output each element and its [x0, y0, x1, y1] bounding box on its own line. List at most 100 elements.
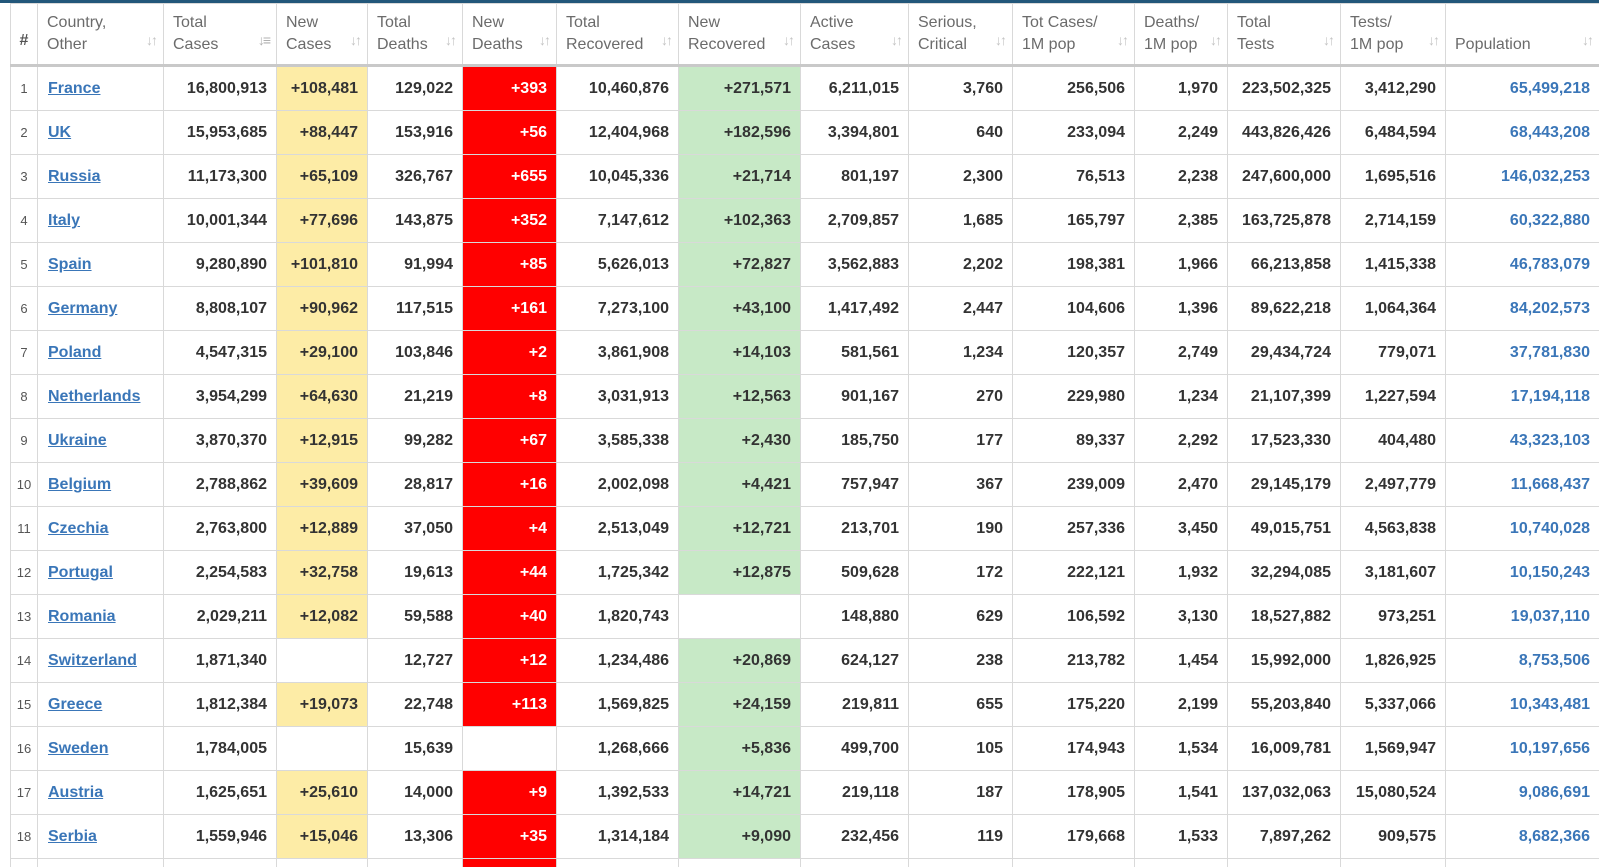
cell-active-cases: 232,456	[800, 814, 909, 859]
cell-active-cases: 581,561	[800, 330, 909, 375]
column-header-deaths-per-m[interactable]: Deaths/1M pop ↓↑	[1134, 3, 1228, 67]
country-link[interactable]: Portugal	[48, 564, 113, 581]
cell-serious: 190	[908, 506, 1013, 551]
cell-cases-per-m: 239,009	[1012, 462, 1135, 507]
cell-total-recovered: 3,585,338	[556, 418, 679, 463]
cell-new-cases: +19,073	[276, 682, 368, 727]
cell-total-recovered: 1,234,486	[556, 638, 679, 683]
country-link[interactable]: UK	[48, 124, 71, 141]
cell-new-deaths: +4	[462, 506, 557, 551]
country-link[interactable]: Romania	[48, 608, 116, 625]
cell-total-recovered	[556, 858, 679, 867]
cell-serious: 187	[908, 770, 1013, 815]
sort-icon[interactable]: ↓↑	[539, 29, 551, 51]
cell-deaths-per-m: 2,292	[1134, 418, 1228, 463]
cell-population: 68,443,208	[1445, 110, 1599, 155]
cell-tests-per-m: 2,497,779	[1340, 462, 1446, 507]
column-header-cases-per-m[interactable]: Tot Cases/1M pop ↓↑	[1012, 3, 1135, 67]
column-header-serious[interactable]: Serious, Critical ↓↑	[908, 3, 1013, 67]
cell-total-tests: 16,009,781	[1227, 726, 1341, 771]
sort-icon[interactable]: ↓↑	[783, 29, 795, 51]
sort-desc-icon[interactable]: ↓≡	[258, 29, 271, 51]
country-link[interactable]: Spain	[48, 256, 92, 273]
cell-deaths-per-m: 1,970	[1134, 65, 1228, 111]
country-link[interactable]: Poland	[48, 344, 101, 361]
country-link[interactable]: Netherlands	[48, 388, 140, 405]
cell-active-cases: 219,118	[800, 770, 909, 815]
country-link[interactable]: Switzerland	[48, 652, 137, 669]
cell-population: 19,037,110	[1445, 594, 1599, 639]
cell-active-cases: 499,700	[800, 726, 909, 771]
cell-total-deaths: 91,994	[367, 242, 463, 287]
cell-serious: 2,300	[908, 154, 1013, 199]
cell-country: Germany	[37, 286, 164, 331]
cell-total-cases: 8,808,107	[163, 286, 277, 331]
column-header-active-cases[interactable]: Active Cases ↓↑	[800, 3, 909, 67]
column-header-total-cases[interactable]: Total Cases ↓≡	[163, 3, 277, 67]
cell-country: Sweden	[37, 726, 164, 771]
cell-population: 9,086,691	[1445, 770, 1599, 815]
cell-tests-per-m: 6,484,594	[1340, 110, 1446, 155]
country-link[interactable]: Italy	[48, 212, 80, 229]
column-header-new-deaths[interactable]: New Deaths ↓↑	[462, 3, 557, 67]
country-link[interactable]: Ukraine	[48, 432, 107, 449]
country-link[interactable]: Sweden	[48, 740, 108, 757]
cell-serious: 2,202	[908, 242, 1013, 287]
column-header-new-recovered[interactable]: New Recovered ↓↑	[678, 3, 801, 67]
cell-idx: 13	[10, 594, 38, 639]
sort-icon[interactable]: ↓↑	[1428, 29, 1440, 51]
sort-icon[interactable]: ↓↑	[350, 29, 362, 51]
country-link[interactable]: Czechia	[48, 520, 108, 537]
column-header-total-deaths[interactable]: Total Deaths ↓↑	[367, 3, 463, 67]
cell-population: 10,150,243	[1445, 550, 1599, 595]
column-header-new-cases[interactable]: New Cases ↓↑	[276, 3, 368, 67]
cell-tests-per-m: 779,071	[1340, 330, 1446, 375]
table-row: 3 Russia 11,173,300 +65,109 326,767 +655 10,04…	[10, 154, 1599, 199]
cell-idx: 4	[10, 198, 38, 243]
sort-icon[interactable]: ↓↑	[1323, 29, 1335, 51]
cell-cases-per-m: 179,668	[1012, 814, 1135, 859]
cell-total-deaths: 117,515	[367, 286, 463, 331]
country-link[interactable]: France	[48, 80, 100, 97]
cell-idx: 12	[10, 550, 38, 595]
country-link[interactable]: Germany	[48, 300, 117, 317]
cell-new-cases: +15,046	[276, 814, 368, 859]
table-row: 13 Romania 2,029,211 +12,082 59,588 +40 1,820,…	[10, 594, 1599, 639]
sort-icon[interactable]: ↓↑	[1117, 29, 1129, 51]
cell-total-recovered: 3,031,913	[556, 374, 679, 419]
cell-tests-per-m: 4,563,838	[1340, 506, 1446, 551]
cell-tests-per-m: 5,337,066	[1340, 682, 1446, 727]
country-link[interactable]: Belgium	[48, 476, 111, 493]
sort-icon[interactable]: ↓↑	[445, 29, 457, 51]
cell-total-cases	[163, 858, 277, 867]
column-header-total-tests[interactable]: Total Tests ↓↑	[1227, 3, 1341, 67]
column-header-country[interactable]: Country, Other ↓↑	[37, 3, 164, 67]
cell-country: Czechia	[37, 506, 164, 551]
cell-total-recovered: 2,002,098	[556, 462, 679, 507]
cell-new-cases: +12,915	[276, 418, 368, 463]
cell-total-recovered: 10,460,876	[556, 65, 679, 111]
table-row: 8 Netherlands 3,954,299 +64,630 21,219 +8 3,03…	[10, 374, 1599, 419]
column-header-population[interactable]: Population ↓↑	[1445, 3, 1599, 67]
country-link[interactable]: Russia	[48, 168, 100, 185]
cell-total-deaths: 22,748	[367, 682, 463, 727]
cell-active-cases: 801,197	[800, 154, 909, 199]
cell-idx: 18	[10, 814, 38, 859]
country-link[interactable]: Serbia	[48, 828, 97, 845]
sort-icon[interactable]: ↓↑	[146, 29, 158, 51]
cell-total-cases: 1,784,005	[163, 726, 277, 771]
country-link[interactable]: Austria	[48, 784, 103, 801]
cell-tests-per-m: 1,415,338	[1340, 242, 1446, 287]
sort-icon[interactable]: ↓↑	[1582, 29, 1594, 51]
country-link[interactable]: Greece	[48, 696, 102, 713]
sort-icon[interactable]: ↓↑	[891, 29, 903, 51]
sort-icon[interactable]: ↓↑	[995, 29, 1007, 51]
cell-total-cases: 10,001,344	[163, 198, 277, 243]
column-header-total-recovered[interactable]: Total Recovered ↓↑	[556, 3, 679, 67]
cell-total-deaths: 143,875	[367, 198, 463, 243]
cell-total-tests: 15,992,000	[1227, 638, 1341, 683]
column-header-tests-per-m[interactable]: Tests/1M pop ↓↑	[1340, 3, 1446, 67]
sort-icon[interactable]: ↓↑	[1210, 29, 1222, 51]
sort-icon[interactable]: ↓↑	[661, 29, 673, 51]
column-header-label-line1: Total	[1237, 14, 1271, 31]
